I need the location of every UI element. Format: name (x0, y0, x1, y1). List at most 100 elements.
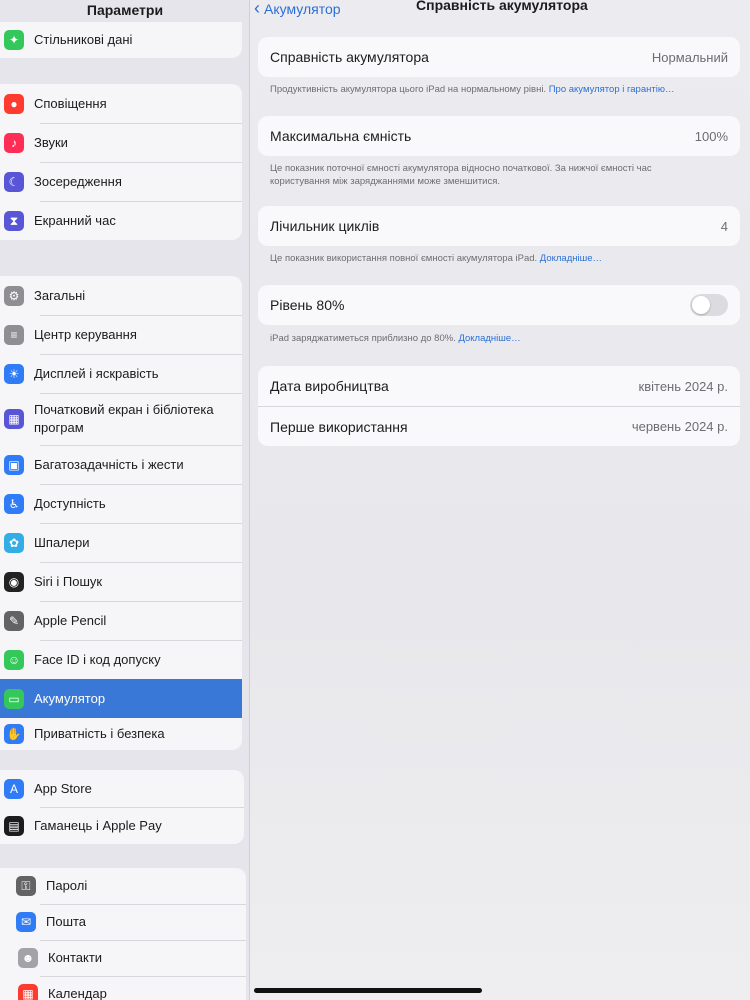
sidebar-item-label: Дисплей і яскравість (34, 365, 159, 381)
sidebar-item-accessibility[interactable]: ♿ Доступність (0, 484, 242, 523)
key-icon: ⚿ (16, 876, 36, 896)
cycles-learn-more-link[interactable]: Докладніше… (540, 253, 602, 264)
contacts-icon: ☻ (18, 948, 38, 968)
wallet-icon: ▤ (4, 815, 24, 836)
sidebar-item-siri[interactable]: ◉ Siri і Пошук (0, 562, 242, 601)
home-indicator[interactable] (254, 988, 482, 993)
sidebar-item-wallpaper[interactable]: ✿ Шпалери (0, 523, 242, 562)
sidebar-title: Параметри (86, 2, 164, 18)
back-label: Акумулятор (264, 0, 341, 17)
cycles-label: Лічильник циклів (270, 218, 380, 234)
sidebar-item-screen-time[interactable]: ⧗ Екранний час (0, 201, 242, 240)
limit-card: Рівень 80% (258, 285, 740, 325)
accessibility-icon: ♿ (4, 493, 24, 514)
sidebar-item-control-center[interactable]: ≡ Центр керування (0, 315, 242, 354)
sidebar-item-notifications[interactable]: ● Сповіщення (0, 84, 242, 123)
calendar-icon: ▦ (18, 984, 38, 1000)
limit-note-text: iPad заряджатиметься приблизно до 80%. (270, 333, 456, 344)
sidebar-item-battery[interactable]: ▭ Акумулятор (0, 679, 242, 718)
capacity-note: Це показник поточної ємності акумулятора… (270, 163, 652, 187)
gear-icon: ⚙ (4, 285, 24, 306)
capacity-card: Максимальна ємність 100% (258, 116, 740, 156)
limit-label: Рівень 80% (270, 297, 345, 313)
sidebar-item-face-id[interactable]: ☺ Face ID і код допуску (0, 640, 242, 679)
sidebar-item-label: Календар (48, 986, 107, 1000)
sidebar-item-label: Face ID і код допуску (34, 651, 161, 667)
app-store-icon: A (4, 778, 24, 799)
cycles-card: Лічильник циклів 4 (258, 206, 740, 246)
sidebar-group-network: ✦ Стільникові дані (0, 22, 242, 58)
health-label: Справність акумулятора (270, 49, 429, 65)
siri-icon: ◉ (4, 571, 24, 592)
warranty-link[interactable]: Про акумулятор і гарантію… (549, 84, 675, 95)
sidebar-item-label: Звуки (34, 134, 68, 150)
face-id-icon: ☺ (4, 649, 24, 670)
sidebar-item-cellular[interactable]: ✦ Стільникові дані (0, 22, 242, 58)
chevron-left-icon: ‹ (254, 0, 260, 18)
health-note: Продуктивність акумулятора цього iPad на… (270, 83, 730, 96)
health-value: Нормальний (651, 49, 728, 65)
switches-icon: ≡ (4, 324, 24, 345)
hand-icon: ✋ (4, 724, 24, 744)
bell-icon: ● (4, 93, 24, 114)
sidebar-item-label: Apple Pencil (34, 612, 107, 628)
sidebar-item-label: Багатозадачність і жести (34, 456, 184, 472)
sidebar-item-label: Гаманець і Apple Pay (34, 817, 162, 833)
mail-icon: ✉ (16, 912, 36, 932)
sidebar-item-label: Приватність і безпека (34, 726, 165, 741)
sidebar-item-app-store[interactable]: A App Store (0, 770, 244, 807)
first-use-label: Перше використання (270, 418, 408, 435)
sidebar-item-wallet[interactable]: ▤ Гаманець і Apple Pay (0, 807, 244, 844)
speaker-icon: ♪ (4, 132, 24, 153)
cycles-value: 4 (720, 218, 728, 234)
manufacture-date-row: Дата виробництва квітень 2024 р. (258, 366, 740, 406)
sidebar-item-privacy[interactable]: ✋ Приватність і безпека (0, 718, 242, 750)
sidebar-item-label: Акумулятор (34, 690, 106, 706)
health-row: Справність акумулятора Нормальний (258, 37, 740, 77)
sidebar-item-label: Сповіщення (34, 95, 107, 111)
sidebar-item-label: Доступність (34, 495, 106, 511)
sidebar-item-display[interactable]: ☀ Дисплей і яскравість (0, 354, 242, 393)
dates-card: Дата виробництва квітень 2024 р. Перше в… (258, 366, 740, 446)
sidebar-item-label: Контакти (48, 950, 103, 965)
antenna-icon: ✦ (4, 30, 24, 50)
health-note-text: Продуктивність акумулятора цього iPad на… (270, 84, 547, 95)
sidebar-item-mail[interactable]: ✉ Пошта (0, 904, 246, 940)
sidebar-item-label: Центр керування (34, 326, 137, 342)
multitask-icon: ▣ (4, 454, 24, 475)
sidebar-item-label: Siri і Пошук (34, 573, 103, 589)
limit-80-toggle[interactable] (690, 294, 728, 316)
sidebar-item-sounds[interactable]: ♪ Звуки (0, 123, 242, 162)
cycles-note-text: Це показник використання повної ємності … (270, 253, 538, 264)
sidebar-item-label: App Store (34, 780, 92, 796)
home-grid-icon: ▦ (4, 409, 24, 429)
sidebar-group-apps: ⚿ Паролі ✉ Пошта ☻ Контакти ▦ Календар (0, 868, 246, 1000)
sidebar-item-label: Паролі (46, 878, 88, 893)
back-button[interactable]: ‹ Акумулятор (254, 0, 341, 19)
sidebar-item-apple-pencil[interactable]: ✎ Apple Pencil (0, 601, 242, 640)
sidebar-item-label: Екранний час (34, 212, 116, 228)
sidebar-item-home-screen[interactable]: ▦ Початковий екран і бібліотека програм (0, 393, 242, 445)
battery-health-panel: ‹ Акумулятор Справність акумулятора Спра… (250, 0, 750, 1000)
limit-learn-more-link[interactable]: Докладніше… (458, 333, 520, 344)
sidebar-item-general[interactable]: ⚙ Загальні (0, 276, 242, 315)
sidebar-item-label: Пошта (46, 914, 87, 929)
sidebar-item-calendar[interactable]: ▦ Календар (0, 976, 246, 1000)
limit-note: iPad заряджатиметься приблизно до 80%. Д… (270, 332, 730, 345)
sidebar-item-label: Початковий екран і бібліотека програм (34, 402, 214, 435)
sidebar-item-multitasking[interactable]: ▣ Багатозадачність і жести (0, 445, 242, 484)
sidebar-item-passwords[interactable]: ⚿ Паролі (0, 868, 246, 904)
sidebar-group-general: ⚙ Загальні ≡ Центр керування ☀ Дисплей і… (0, 276, 242, 750)
sidebar-item-label: Зосередження (34, 173, 122, 189)
pencil-icon: ✎ (4, 610, 24, 631)
cycles-row: Лічильник циклів 4 (258, 206, 740, 246)
battery-icon: ▭ (4, 688, 24, 709)
manufacture-date-value: квітень 2024 р. (638, 378, 728, 394)
sidebar-item-label: Загальні (34, 287, 86, 303)
sidebar-item-contacts[interactable]: ☻ Контакти (0, 940, 246, 976)
sidebar-item-focus[interactable]: ☾ Зосередження (0, 162, 242, 201)
sidebar-group-notifications: ● Сповіщення ♪ Звуки ☾ Зосередження ⧗ Ек… (0, 84, 242, 240)
capacity-row: Максимальна ємність 100% (258, 116, 740, 156)
moon-icon: ☾ (4, 171, 24, 192)
manufacture-date-label: Дата виробництва (270, 378, 389, 394)
